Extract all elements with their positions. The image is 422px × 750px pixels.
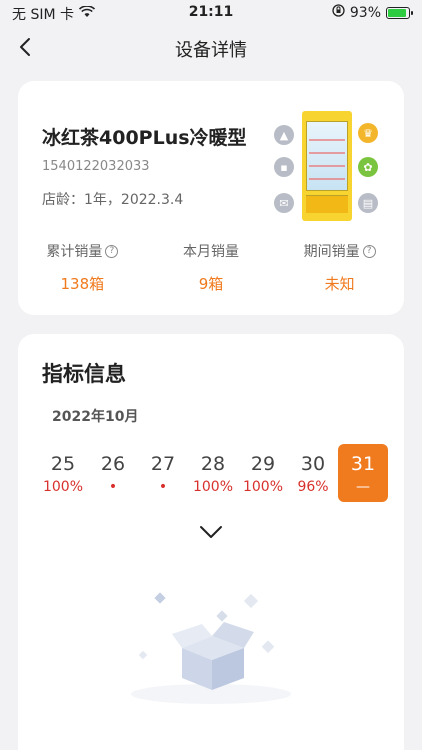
- crown-badge-icon: ♛: [358, 123, 378, 143]
- date-value: •: [158, 479, 168, 495]
- date-day: 30: [300, 453, 326, 475]
- stat-label: 本月销量: [183, 244, 239, 260]
- sales-stats: 累计销量 ? 138箱 本月销量 9箱 期间销量 ? 未知: [18, 241, 404, 294]
- machine-display: [306, 121, 348, 191]
- nav-bar: 设备详情: [0, 30, 422, 66]
- date-value: 100%: [242, 479, 284, 495]
- section-title: 指标信息: [42, 362, 126, 386]
- date-item[interactable]: 25 100%: [38, 444, 88, 502]
- machine-base: [306, 195, 348, 213]
- mail-badge-icon: ✉: [274, 193, 294, 213]
- date-day: 26: [100, 453, 126, 475]
- date-item[interactable]: 28 100%: [188, 444, 238, 502]
- help-icon[interactable]: ?: [105, 244, 119, 258]
- date-day: 31: [350, 453, 376, 475]
- stat-value: 9箱: [198, 275, 224, 293]
- stat-label: 累计销量: [46, 244, 103, 260]
- date-value: 100%: [192, 479, 234, 495]
- date-value: 100%: [42, 479, 84, 495]
- date-value: —: [356, 479, 370, 495]
- device-id: 1540122032033: [42, 159, 150, 174]
- empty-state-illustration: [131, 592, 291, 704]
- date-item-selected[interactable]: 31 —: [338, 444, 388, 502]
- date-day: 28: [200, 453, 226, 475]
- stat-period-sales: 期间销量 ? 未知: [275, 241, 404, 294]
- orientation-lock-icon: [332, 4, 345, 21]
- date-value: 96%: [297, 479, 329, 495]
- device-age: 店龄：1年，2022.3.4: [42, 192, 184, 208]
- status-right: 93%: [332, 4, 413, 21]
- indicators-card: 指标信息 2022年10月 25 100% 26 • 27 • 28 100% …: [18, 334, 404, 750]
- expand-button[interactable]: [196, 520, 226, 544]
- doc-badge-icon: ▤: [358, 193, 378, 213]
- date-value: •: [108, 479, 118, 495]
- date-day: 27: [150, 453, 176, 475]
- date-item[interactable]: 29 100%: [238, 444, 288, 502]
- help-icon[interactable]: ?: [362, 244, 376, 258]
- date-item[interactable]: 26 •: [88, 444, 138, 502]
- leaf-badge-icon: ✿: [358, 157, 378, 177]
- date-item[interactable]: 30 96%: [288, 444, 338, 502]
- battery-icon: [386, 6, 413, 19]
- month-label[interactable]: 2022年10月: [52, 406, 138, 426]
- stat-value: 未知: [324, 275, 355, 293]
- stat-month-sales: 本月销量 9箱: [147, 241, 276, 294]
- stat-total-sales: 累计销量 ? 138箱: [18, 241, 147, 294]
- vending-machine-image: [302, 111, 352, 221]
- date-item[interactable]: 27 •: [138, 444, 188, 502]
- rank-badge-icon: ▲: [274, 125, 294, 145]
- page-title: 设备详情: [175, 40, 247, 61]
- shop-badge-icon: ▪: [274, 157, 294, 177]
- device-card: 冰红茶400PLus冷暖型 1540122032033 店龄：1年，2022.3…: [18, 81, 404, 315]
- date-strip: 25 100% 26 • 27 • 28 100% 29 100% 30 96%…: [38, 444, 388, 502]
- date-day: 29: [250, 453, 276, 475]
- chevron-down-icon: [200, 526, 222, 538]
- battery-percent: 93%: [349, 4, 381, 21]
- date-day: 25: [50, 453, 76, 475]
- device-name: 冰红茶400PLus冷暖型: [42, 127, 247, 149]
- stat-label: 期间销量: [303, 244, 360, 260]
- stat-value: 138箱: [60, 275, 105, 293]
- battery-fill: [388, 8, 406, 17]
- status-bar: 无 SIM 卡 21:11 93%: [0, 0, 422, 26]
